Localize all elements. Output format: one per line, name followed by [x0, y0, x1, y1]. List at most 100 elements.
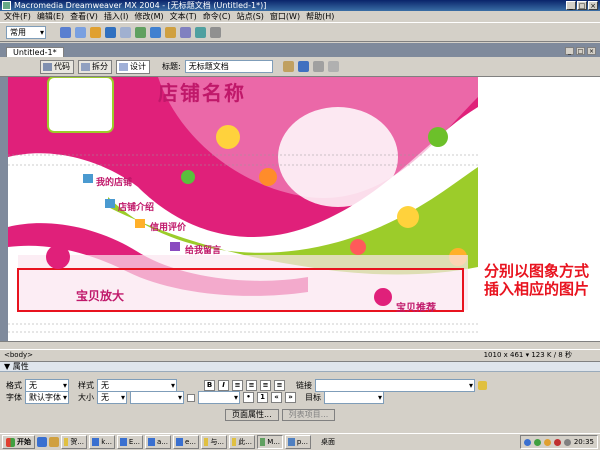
preview-browser-icon[interactable] [297, 61, 309, 72]
doc-close-button[interactable]: × [587, 47, 596, 55]
insert-category-select[interactable]: 常用 [6, 25, 46, 39]
windows-logo-icon [6, 437, 15, 447]
canvas-empty-area [478, 77, 600, 341]
table-icon[interactable] [105, 26, 116, 38]
nav-leave-message[interactable]: 给我留言 [185, 243, 221, 256]
code-view-button[interactable]: 代码 [40, 59, 74, 74]
properties-panel: ▼ 属性 格式 无 样式 无 B I ≡ ≡ ≡ ≡ 链接 字体 默认字体 大小… [0, 361, 600, 433]
email-link-icon[interactable] [75, 26, 86, 38]
menu-edit[interactable]: 编辑(E) [37, 11, 64, 22]
section-item-recommend: 宝贝推荐 [396, 303, 436, 314]
menu-window[interactable]: 窗口(W) [270, 11, 300, 22]
italic-button[interactable]: I [218, 380, 229, 391]
folder-icon[interactable] [478, 381, 487, 390]
target-select[interactable] [324, 391, 384, 404]
taskbar-item[interactable]: E... [117, 435, 143, 449]
nav-credit-rating[interactable]: 信用评价 [150, 220, 186, 233]
title-input[interactable]: 无标题文档 [184, 60, 273, 73]
antivirus-icon[interactable] [533, 438, 541, 446]
hyperlink-icon[interactable] [60, 26, 71, 38]
menu-site[interactable]: 站点(S) [237, 11, 264, 22]
split-view-button[interactable]: 拆分 [78, 59, 112, 74]
start-button[interactable]: 开始 [2, 435, 35, 449]
ordered-list-icon[interactable]: 1 [257, 392, 268, 403]
menu-bar: 文件(F) 编辑(E) 查看(V) 插入(I) 修改(M) 文本(T) 命令(C… [0, 11, 600, 22]
maximize-button[interactable]: □ [577, 1, 587, 10]
nav-my-shop[interactable]: 我的店铺 [96, 175, 132, 188]
taskbar-item[interactable]: 贺... [61, 435, 87, 449]
taskbar-item[interactable]: k... [89, 435, 115, 449]
ie-quicklaunch-icon[interactable] [37, 437, 47, 447]
layer-icon[interactable] [120, 26, 131, 38]
template-icon[interactable] [195, 26, 206, 38]
image-icon[interactable] [135, 26, 146, 38]
unordered-list-icon[interactable]: • [243, 392, 254, 403]
security-icon[interactable] [553, 438, 561, 446]
chat-icon[interactable] [543, 438, 551, 446]
outdent-icon[interactable]: « [271, 392, 282, 403]
text-color-swatch[interactable] [187, 393, 195, 402]
align-center-icon[interactable]: ≡ [246, 380, 257, 391]
split-view-icon [81, 62, 90, 71]
view-options-icon[interactable] [327, 61, 339, 72]
instruction-annotation: 分别以图象方式插入相应的图片 [484, 262, 590, 298]
shop-name-title: 店铺名称 [158, 81, 246, 105]
bold-button[interactable]: B [204, 380, 215, 391]
taskbar-item[interactable]: e... [173, 435, 199, 449]
network-icon[interactable] [523, 438, 531, 446]
tag-chooser-icon[interactable] [210, 26, 221, 38]
explorer-quicklaunch-icon[interactable] [49, 437, 59, 447]
window-title: Macromedia Dreamweaver MX 2004 - [无标题文档 … [14, 1, 267, 10]
taskbar-item[interactable]: p... [285, 435, 311, 449]
document-tab[interactable]: Untitled-1* [6, 47, 64, 57]
menu-commands[interactable]: 命令(C) [203, 11, 231, 22]
clock: 20:35 [573, 438, 594, 446]
align-right-icon[interactable]: ≡ [260, 380, 271, 391]
window-size-info[interactable]: 1010 x 461 ▾ 123 K / 8 秒 [484, 350, 572, 360]
size-select[interactable]: 无 [97, 391, 127, 404]
font-select[interactable]: 默认字体 [25, 391, 69, 404]
app-icon [148, 438, 156, 446]
menu-file[interactable]: 文件(F) [4, 11, 31, 22]
list-item-button[interactable]: 列表项目... [281, 409, 336, 421]
nav-shop-intro[interactable]: 店铺介绍 [118, 200, 154, 213]
menu-text[interactable]: 文本(T) [170, 11, 197, 22]
design-canvas[interactable]: 店铺名称 我的店铺 店铺介绍 信用评价 给我留言 宝贝放大 宝贝推荐 [8, 77, 478, 341]
close-button[interactable]: × [588, 1, 598, 10]
properties-header[interactable]: ▼ 属性 [0, 362, 600, 372]
refresh-icon[interactable] [312, 61, 324, 72]
page-properties-button[interactable]: 页面属性... [225, 409, 279, 421]
doc-minimize-button[interactable]: _ [565, 47, 574, 55]
windows-taskbar: 开始 贺... k... E... a... e... 与... 此... M.… [0, 433, 600, 450]
menu-help[interactable]: 帮助(H) [306, 11, 334, 22]
desktop-toolbar-label[interactable]: 桌面 [321, 437, 335, 447]
taskbar-item[interactable]: a... [145, 435, 171, 449]
indent-icon[interactable]: » [285, 392, 296, 403]
doc-restore-button[interactable]: □ [576, 47, 585, 55]
image-app-icon [288, 438, 295, 446]
horizontal-scrollbar[interactable] [0, 341, 600, 349]
comment-icon[interactable] [180, 26, 191, 38]
date-icon[interactable] [165, 26, 176, 38]
taskbar-item[interactable]: 与... [201, 435, 227, 449]
body-tag-selector[interactable]: <body> [4, 351, 33, 359]
named-anchor-icon[interactable] [90, 26, 101, 38]
taskbar-item-active[interactable]: M... [257, 435, 283, 449]
size-unit-select[interactable] [130, 391, 184, 404]
taskbar-item[interactable]: 此... [229, 435, 255, 449]
align-left-icon[interactable]: ≡ [232, 380, 243, 391]
minimize-button[interactable]: _ [566, 1, 576, 10]
title-label: 标题: [162, 62, 181, 71]
menu-modify[interactable]: 修改(M) [134, 11, 163, 22]
file-management-icon[interactable] [282, 61, 294, 72]
media-icon[interactable] [150, 26, 161, 38]
align-justify-icon[interactable]: ≡ [274, 380, 285, 391]
text-color-input[interactable] [198, 391, 240, 404]
menu-view[interactable]: 查看(V) [70, 11, 98, 22]
section-item-zoom: 宝贝放大 [76, 289, 125, 303]
properties-buttons-row: 页面属性... 列表项目... [225, 409, 336, 421]
volume-icon[interactable] [563, 438, 571, 446]
menu-insert[interactable]: 插入(I) [104, 11, 129, 22]
design-view-button[interactable]: 设计 [116, 59, 150, 74]
document-window-controls: _ □ × [565, 47, 596, 55]
